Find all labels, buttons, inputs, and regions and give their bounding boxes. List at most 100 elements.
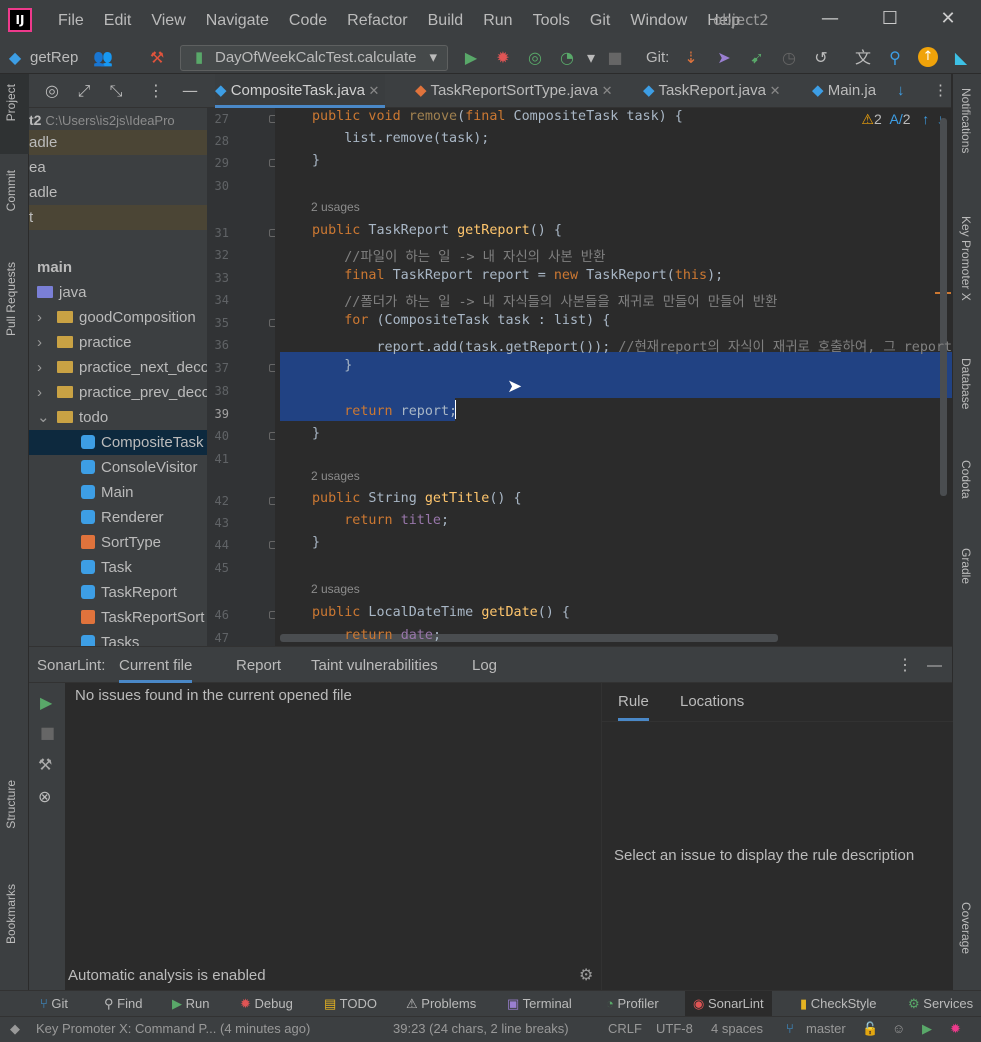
- file-encoding[interactable]: UTF-8: [656, 1017, 693, 1042]
- users-icon[interactable]: 👥: [92, 42, 114, 74]
- more-run-chevron-icon[interactable]: ▾: [580, 42, 602, 74]
- tree-item[interactable]: Renderer: [29, 505, 207, 530]
- update-icon[interactable]: ↑: [918, 47, 938, 67]
- tool-window-run[interactable]: ▶ Run: [172, 991, 209, 1017]
- collapse-all-icon[interactable]: ⤡: [105, 75, 127, 107]
- tree-item[interactable]: main: [29, 255, 207, 280]
- inspection-widget[interactable]: ⚠2 A/2 ↑ ↓: [861, 111, 944, 128]
- status-message[interactable]: Key Promoter X: Command P... (4 minutes …: [36, 1017, 310, 1042]
- tool-window-problems[interactable]: ⚠ Problems: [406, 991, 476, 1017]
- key-promoter-tool-tab[interactable]: Key Promoter X: [959, 216, 973, 301]
- code-editor[interactable]: ⚠2 A/2 ↑ ↓ ➤ public void remove(final Co…: [275, 108, 952, 646]
- coverage-tool-tab[interactable]: Coverage: [959, 902, 973, 954]
- tree-item[interactable]: CompositeTask: [29, 430, 207, 455]
- tool-window-git[interactable]: ⑂ Git: [40, 991, 68, 1017]
- tab-locations[interactable]: Locations: [680, 683, 744, 719]
- tree-item[interactable]: › practice: [29, 330, 207, 355]
- settings-tools-icon[interactable]: ⚒: [38, 755, 52, 774]
- tool-window-todo[interactable]: ▤ TODO: [324, 991, 377, 1017]
- codota-tool-tab[interactable]: Codota: [959, 460, 973, 499]
- stop-icon[interactable]: ■: [604, 42, 626, 74]
- menu-file[interactable]: File: [48, 12, 94, 30]
- git-branch[interactable]: master: [806, 1017, 846, 1042]
- tree-item[interactable]: Tasks: [29, 630, 207, 646]
- menu-window[interactable]: Window: [620, 12, 697, 30]
- tool-window-debug[interactable]: ✹ Debug: [240, 991, 293, 1017]
- tree-item[interactable]: Task: [29, 555, 207, 580]
- tree-item[interactable]: adle: [29, 180, 207, 205]
- tree-item[interactable]: › goodComposition: [29, 305, 207, 330]
- menu-build[interactable]: Build: [418, 12, 474, 30]
- menu-edit[interactable]: Edit: [94, 12, 142, 30]
- indent-setting[interactable]: 4 spaces: [711, 1017, 763, 1042]
- hide-panel-icon[interactable]: —: [179, 75, 201, 107]
- tab-current-file[interactable]: Current file: [119, 647, 193, 683]
- coverage-run-icon[interactable]: ◎: [524, 42, 546, 74]
- prev-highlight-icon[interactable]: ↑: [922, 111, 929, 127]
- commit-tool-tab[interactable]: Commit: [4, 170, 18, 211]
- vertical-scrollbar[interactable]: [940, 118, 947, 496]
- editor-tab[interactable]: ◆ CompositeTask.java ✕: [215, 74, 386, 108]
- close-tab-icon[interactable]: ✕: [365, 83, 380, 98]
- rollback-icon[interactable]: ↺: [810, 42, 832, 74]
- chevron-icon[interactable]: ›: [37, 355, 42, 380]
- project-tool-tab[interactable]: Project: [4, 84, 18, 121]
- options-icon[interactable]: ⋮: [145, 75, 167, 107]
- run-icon[interactable]: ▶: [460, 42, 482, 74]
- event-log-icon[interactable]: ✹: [950, 1017, 961, 1042]
- tool-window-terminal[interactable]: ▣ Terminal: [507, 991, 572, 1017]
- tree-item[interactable]: ConsoleVisitor: [29, 455, 207, 480]
- bookmarks-tool-tab[interactable]: Bookmarks: [4, 884, 18, 944]
- analyze-run-icon[interactable]: ▶: [40, 693, 52, 712]
- pull-requests-tool-tab[interactable]: Pull Requests: [4, 262, 18, 336]
- close-icon[interactable]: ✕: [928, 8, 968, 29]
- line-separator[interactable]: CRLF: [608, 1017, 642, 1042]
- usage-hint[interactable]: 2 usages: [311, 200, 360, 214]
- tree-item[interactable]: TaskReportSort: [29, 605, 207, 630]
- tree-item[interactable]: java: [29, 280, 207, 305]
- tab-list-icon[interactable]: ↓: [897, 74, 905, 108]
- minimize-icon[interactable]: —: [810, 8, 850, 29]
- options-icon[interactable]: ⋮: [897, 647, 913, 683]
- editor-tab[interactable]: ◆ TaskReportSortType.java ✕: [415, 74, 613, 108]
- lock-icon[interactable]: 🔓: [862, 1017, 878, 1042]
- usage-hint[interactable]: 2 usages: [311, 582, 360, 596]
- structure-tool-tab[interactable]: Structure: [4, 780, 18, 829]
- tree-item[interactable]: TaskReport: [29, 580, 207, 605]
- codota-icon[interactable]: ▶: [922, 1017, 932, 1042]
- plugin-icon[interactable]: ◣: [950, 42, 972, 74]
- chevron-icon[interactable]: ›: [37, 305, 42, 330]
- chevron-icon[interactable]: ⌄: [37, 405, 50, 430]
- tool-window-find[interactable]: ⚲ Find: [104, 991, 142, 1017]
- inspections-icon[interactable]: ☺: [892, 1017, 905, 1042]
- analysis-settings-icon[interactable]: ⚙: [579, 965, 593, 984]
- editor-tab[interactable]: ◆ TaskReport.java ✕: [643, 74, 781, 108]
- run-config-selector[interactable]: ▮ DayOfWeekCalcTest.calculate ▾: [180, 45, 448, 71]
- chevron-icon[interactable]: ›: [37, 330, 42, 355]
- tool-window-sonarlint[interactable]: ◉ SonarLint: [685, 991, 772, 1017]
- editor-tab[interactable]: ◆ Main.ja: [812, 74, 876, 108]
- tab-log[interactable]: Log: [472, 647, 497, 683]
- tool-window-services[interactable]: ⚙ Services: [908, 991, 973, 1017]
- tree-item[interactable]: SortType: [29, 530, 207, 555]
- options-icon[interactable]: ⋮: [933, 74, 948, 108]
- menu-run[interactable]: Run: [473, 12, 522, 30]
- chevron-icon[interactable]: ›: [37, 380, 42, 405]
- translate-icon[interactable]: 文: [852, 42, 874, 74]
- caret-position[interactable]: 39:23 (24 chars, 2 line breaks): [393, 1017, 569, 1042]
- tree-item[interactable]: › practice_prev_deco: [29, 380, 207, 405]
- menu-git[interactable]: Git: [580, 12, 620, 30]
- tree-item[interactable]: › practice_next_deco: [29, 355, 207, 380]
- git-push-icon[interactable]: ➹: [746, 42, 768, 74]
- tool-window-checkstyle[interactable]: ▮ CheckStyle: [800, 991, 877, 1017]
- menu-refactor[interactable]: Refactor: [337, 12, 417, 30]
- tree-item[interactable]: [29, 230, 207, 255]
- gradle-tool-tab[interactable]: Gradle: [959, 548, 973, 584]
- notifications-tool-tab[interactable]: Notifications: [959, 88, 973, 153]
- maximize-icon[interactable]: ☐: [870, 8, 910, 29]
- close-tab-icon[interactable]: ✕: [598, 83, 613, 98]
- history-icon[interactable]: ◷: [778, 42, 800, 74]
- git-commit-icon[interactable]: ➤: [713, 42, 735, 74]
- tree-item[interactable]: ⌄ todo: [29, 405, 207, 430]
- hide-panel-icon[interactable]: —: [927, 647, 942, 683]
